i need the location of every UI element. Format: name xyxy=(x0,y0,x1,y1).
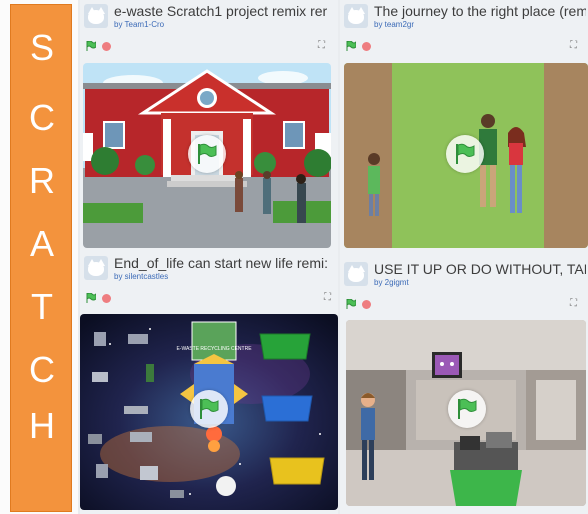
play-flag-icon xyxy=(458,398,477,419)
banner-letter: H xyxy=(29,405,55,446)
project-author[interactable]: by Team1-Cro xyxy=(114,20,164,29)
project-stage[interactable]: E-WASTE RECYCLING CENTRE xyxy=(80,314,338,510)
card-header: e-waste Scratch1 project remix rer by Te… xyxy=(80,0,338,34)
card-header: End_of_life can start new life remi: by … xyxy=(80,252,338,286)
sign-text: E-WASTE RECYCLING CENTRE xyxy=(176,346,252,352)
play-overlay-button[interactable] xyxy=(188,135,226,173)
project-author[interactable]: by 2gigmt xyxy=(374,278,409,287)
project-stage[interactable] xyxy=(344,63,588,248)
play-overlay-button[interactable] xyxy=(448,390,486,428)
fullscreen-icon[interactable]: ⛶ xyxy=(318,40,325,51)
project-stage[interactable] xyxy=(83,63,331,248)
fullscreen-icon[interactable]: ⛶ xyxy=(570,298,577,309)
cat-avatar-icon[interactable] xyxy=(344,4,368,28)
stop-icon[interactable] xyxy=(102,294,111,303)
green-flag-icon[interactable] xyxy=(86,293,96,303)
project-author[interactable]: by team2gr xyxy=(374,20,414,29)
banner-letter: C xyxy=(29,97,55,138)
project-title[interactable]: End_of_life can start new life remi: xyxy=(114,255,336,271)
project-card[interactable]: The journey to the right place (rem by t… xyxy=(340,0,588,252)
project-card[interactable]: e-waste Scratch1 project remix rer by Te… xyxy=(80,0,338,252)
project-stage[interactable] xyxy=(346,320,586,506)
project-title[interactable]: e-waste Scratch1 project remix rer xyxy=(114,3,336,19)
banner-letter: S xyxy=(29,27,54,68)
project-title[interactable]: The journey to the right place (rem xyxy=(374,3,586,19)
cat-avatar-icon[interactable] xyxy=(344,262,368,286)
stop-icon[interactable] xyxy=(102,42,111,51)
play-overlay-button[interactable] xyxy=(446,135,484,173)
banner-letter: R xyxy=(29,160,55,201)
stop-icon[interactable] xyxy=(362,42,371,51)
banner-letter: A xyxy=(29,223,54,264)
card-header: The journey to the right place (rem by t… xyxy=(340,0,588,34)
fullscreen-icon[interactable]: ⛶ xyxy=(324,292,331,303)
play-flag-icon xyxy=(456,143,475,164)
green-flag-icon[interactable] xyxy=(346,299,356,309)
green-flag-icon[interactable] xyxy=(86,41,96,51)
play-flag-icon xyxy=(200,398,219,419)
fullscreen-icon[interactable]: ⛶ xyxy=(570,40,577,51)
banner-letter: T xyxy=(31,286,53,327)
scratch-banner: S C R A T C H xyxy=(10,4,72,512)
project-author[interactable]: by silentcastles xyxy=(114,272,168,281)
project-title[interactable]: USE IT UP OR DO WITHOUT, TAE xyxy=(374,261,586,277)
project-card[interactable]: End_of_life can start new life remi: by … xyxy=(80,252,338,514)
stop-icon[interactable] xyxy=(362,300,371,309)
sidebar: S C R A T C H xyxy=(0,0,78,514)
play-overlay-button[interactable] xyxy=(190,390,228,428)
project-card[interactable]: USE IT UP OR DO WITHOUT, TAE by 2gigmt ⛶ xyxy=(340,252,588,514)
green-flag-icon[interactable] xyxy=(346,41,356,51)
cat-avatar-icon[interactable] xyxy=(84,256,108,280)
cat-avatar-icon[interactable] xyxy=(84,4,108,28)
card-header: USE IT UP OR DO WITHOUT, TAE by 2gigmt xyxy=(340,258,588,292)
play-flag-icon xyxy=(198,143,217,164)
banner-letter: C xyxy=(29,349,55,390)
